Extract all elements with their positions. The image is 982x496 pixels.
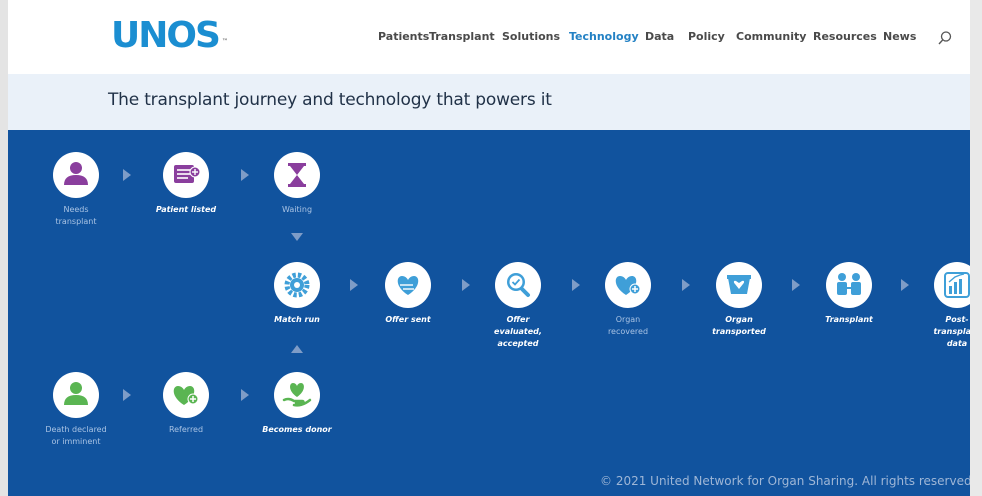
needs-transplant-step xyxy=(53,152,99,198)
patient-listed-step xyxy=(163,152,209,198)
nav-transplant[interactable]: Transplant xyxy=(429,30,495,43)
match-run-label: Match run xyxy=(274,315,320,324)
list-add-icon xyxy=(174,165,201,183)
nav-community[interactable]: Community xyxy=(736,30,806,43)
match-run-step xyxy=(274,262,320,308)
arrow-right-icon xyxy=(462,279,470,291)
patient-listed-label: Patient listed xyxy=(155,205,217,214)
death-declared-label: Death declared or imminent xyxy=(45,425,107,446)
logo-trademark: ™ xyxy=(221,38,228,45)
bar-chart-icon xyxy=(944,272,970,298)
needs-transplant-label: Needs transplant xyxy=(55,205,97,226)
waiting-label: Waiting xyxy=(281,205,313,214)
becomes-donor-step xyxy=(274,372,320,418)
organ-transported-step xyxy=(716,262,762,308)
transplant-label: Transplant xyxy=(825,315,873,324)
gear-icon xyxy=(284,272,310,298)
arrow-right-icon xyxy=(792,279,800,291)
nav-news[interactable]: News xyxy=(883,30,916,43)
window-frame-left xyxy=(0,0,8,496)
arrow-right-icon xyxy=(123,169,131,181)
arrow-right-icon xyxy=(682,279,690,291)
page: UNOS ™ Patients Transplant Solutions Tech… xyxy=(8,0,970,496)
window-frame-right xyxy=(970,0,982,496)
nav-data[interactable]: Data xyxy=(645,30,674,43)
arrow-right-icon xyxy=(572,279,580,291)
organ-recovered-label: Organ recovered xyxy=(607,315,649,336)
heart-plus-icon xyxy=(173,386,199,405)
offer-evaluated-label: Offer evaluated, accepted xyxy=(494,315,542,348)
cooler-box-icon xyxy=(727,275,751,294)
transplant-step xyxy=(826,262,872,308)
nav-resources[interactable]: Resources xyxy=(813,30,877,43)
arrow-down-icon xyxy=(291,233,303,241)
post-transplant-step xyxy=(934,262,970,308)
hourglass-icon xyxy=(288,163,306,187)
hand-heart-icon xyxy=(282,383,312,407)
two-people-icon xyxy=(837,273,861,295)
referred-step xyxy=(163,372,209,418)
nav-technology[interactable]: Technology xyxy=(569,30,639,43)
person-icon xyxy=(64,382,88,405)
logo-text: UNOS xyxy=(111,15,221,56)
organ-transported-label: Organ transported xyxy=(712,315,766,336)
copyright-footer: © 2021 United Network for Organ Sharing.… xyxy=(600,474,970,488)
search-icon[interactable] xyxy=(937,30,953,46)
offer-sent-label: Offer sent xyxy=(385,315,431,324)
nav-solutions[interactable]: Solutions xyxy=(502,30,560,43)
unos-logo[interactable]: UNOS ™ xyxy=(111,16,228,56)
nav-patients[interactable]: Patients xyxy=(378,30,429,43)
arrow-right-icon xyxy=(241,169,249,181)
heart-send-icon xyxy=(397,276,419,295)
organ-recovered-step xyxy=(605,262,651,308)
arrow-right-icon xyxy=(350,279,358,291)
heart-plus-icon xyxy=(615,276,641,295)
site-header: UNOS ™ Patients Transplant Solutions Tech… xyxy=(8,0,970,74)
page-title: The transplant journey and technology th… xyxy=(108,90,552,110)
death-declared-step xyxy=(53,372,99,418)
arrow-up-icon xyxy=(291,345,303,353)
magnifier-check-icon xyxy=(507,273,530,297)
nav-policy[interactable]: Policy xyxy=(688,30,725,43)
offer-evaluated-step xyxy=(495,262,541,308)
arrow-right-icon xyxy=(901,279,909,291)
waiting-step xyxy=(274,152,320,198)
person-icon xyxy=(64,162,88,185)
offer-sent-step xyxy=(385,262,431,308)
referred-label: Referred xyxy=(168,425,204,434)
becomes-donor-label: Becomes donor xyxy=(262,425,332,434)
arrow-right-icon xyxy=(123,389,131,401)
post-transplant-label: Post- transplant data xyxy=(933,315,970,348)
arrow-right-icon xyxy=(241,389,249,401)
journey-diagram: Needs transplant Patient listed Waiting … xyxy=(8,130,970,496)
